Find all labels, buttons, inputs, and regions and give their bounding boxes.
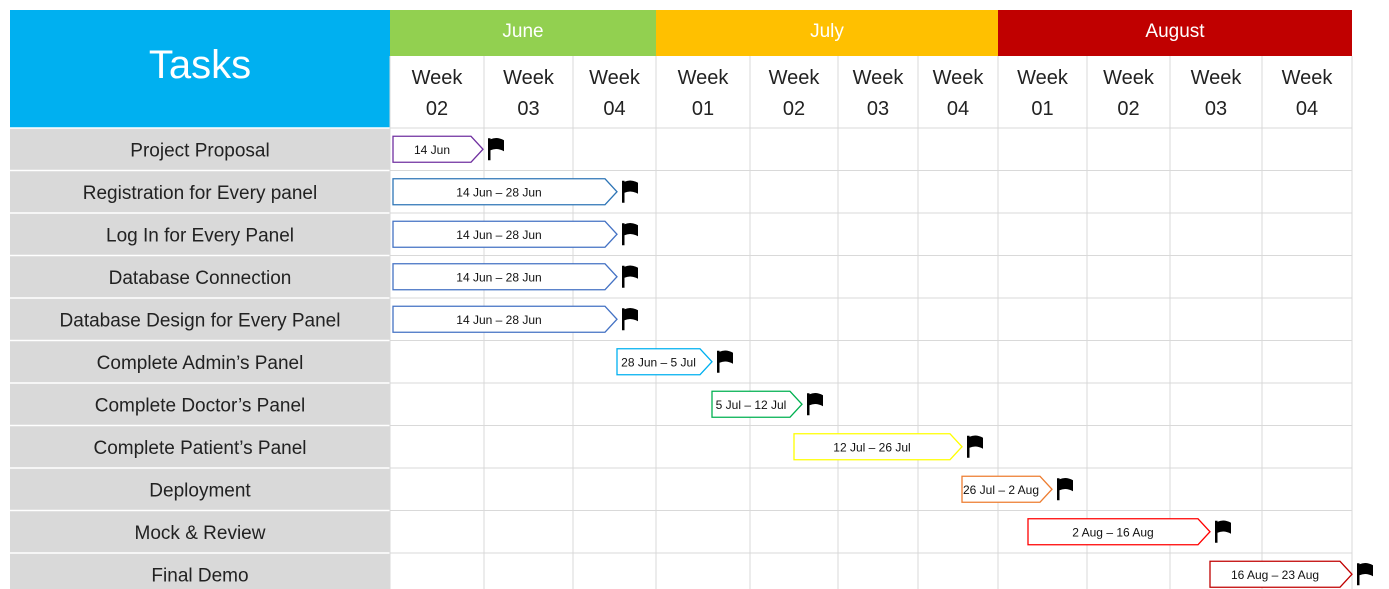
flag-icon: [1217, 520, 1231, 534]
flag-icon: [719, 350, 733, 364]
flag-icon: [1059, 477, 1073, 492]
task-bar-label: 14 Jun – 28 Jun: [456, 228, 541, 242]
flag-icon: [1057, 478, 1060, 501]
month-label: July: [810, 21, 844, 42]
flag-icon: [622, 223, 625, 246]
task-bar-label: 2 Aug – 16 Aug: [1072, 525, 1153, 539]
task-name: Deployment: [149, 480, 251, 501]
task-bar-label: 14 Jun: [414, 143, 450, 157]
task-bar-label: 14 Jun – 28 Jun: [456, 313, 541, 327]
flag-icon: [1359, 562, 1373, 577]
flag-icon: [717, 350, 720, 373]
week-header-label: Week: [1282, 67, 1334, 89]
task-bar-label: 12 Jul – 26 Jul: [833, 440, 910, 454]
task-name: Complete Doctor’s Panel: [95, 395, 306, 416]
week-header-label: Week: [1191, 67, 1243, 89]
flag-icon: [967, 435, 970, 458]
week-header-number: 04: [1296, 98, 1318, 120]
week-header-number: 02: [426, 98, 448, 120]
week-header-label: Week: [853, 67, 905, 89]
month-label: August: [1145, 21, 1205, 42]
task-bar-label: 14 Jun – 28 Jun: [456, 185, 541, 199]
flag-icon: [624, 180, 638, 194]
flag-icon: [1215, 520, 1218, 543]
task-name: Complete Patient’s Panel: [94, 438, 307, 459]
week-header-number: 01: [692, 98, 714, 120]
tasks-header-title: Tasks: [149, 43, 251, 87]
flag-icon: [969, 435, 983, 449]
flag-icon: [622, 180, 625, 203]
week-header-number: 03: [517, 98, 539, 120]
flag-icon: [624, 307, 638, 322]
flag-icon: [809, 392, 823, 407]
flag-icon: [807, 393, 810, 416]
task-name: Registration for Every panel: [83, 183, 317, 204]
week-header-number: 04: [603, 98, 625, 120]
flag-icon: [624, 222, 638, 237]
week-header-label: Week: [503, 67, 555, 89]
week-header-label: Week: [1017, 67, 1069, 89]
week-header-number: 03: [867, 98, 889, 120]
task-name: Mock & Review: [135, 523, 266, 544]
task-name: Project Proposal: [130, 140, 269, 161]
flag-icon: [624, 265, 638, 279]
task-bar-label: 26 Jul – 2 Aug: [963, 483, 1039, 497]
task-name: Final Demo: [151, 565, 248, 586]
task-name: Database Connection: [109, 268, 292, 289]
week-header-number: 03: [1205, 98, 1227, 120]
task-bar-label: 5 Jul – 12 Jul: [716, 398, 787, 412]
month-label: June: [502, 21, 543, 42]
flag-icon: [622, 308, 625, 331]
week-header-label: Week: [769, 67, 821, 89]
flag-icon: [1357, 563, 1360, 586]
week-header-number: 01: [1031, 98, 1053, 120]
flag-icon: [622, 265, 625, 288]
week-header-label: Week: [589, 67, 641, 89]
flag-icon: [490, 137, 504, 152]
week-header-label: Week: [412, 67, 464, 89]
week-header-label: Week: [933, 67, 985, 89]
flag-icon: [488, 138, 491, 161]
task-bar-label: 28 Jun – 5 Jul: [621, 355, 696, 369]
task-name: Complete Admin’s Panel: [97, 353, 304, 374]
week-header-label: Week: [678, 67, 730, 89]
task-bar-label: 16 Aug – 23 Aug: [1231, 568, 1319, 582]
task-bar-label: 14 Jun – 28 Jun: [456, 270, 541, 284]
week-header-number: 02: [783, 98, 805, 120]
week-header-number: 02: [1117, 98, 1139, 120]
week-header-label: Week: [1103, 67, 1155, 89]
task-name: Database Design for Every Panel: [60, 310, 341, 331]
gantt-chart: Tasks June July August Week 02 Week 03 Week 04 Wee…: [10, 10, 1373, 589]
task-name: Log In for Every Panel: [106, 225, 294, 246]
week-header-number: 04: [947, 98, 969, 120]
